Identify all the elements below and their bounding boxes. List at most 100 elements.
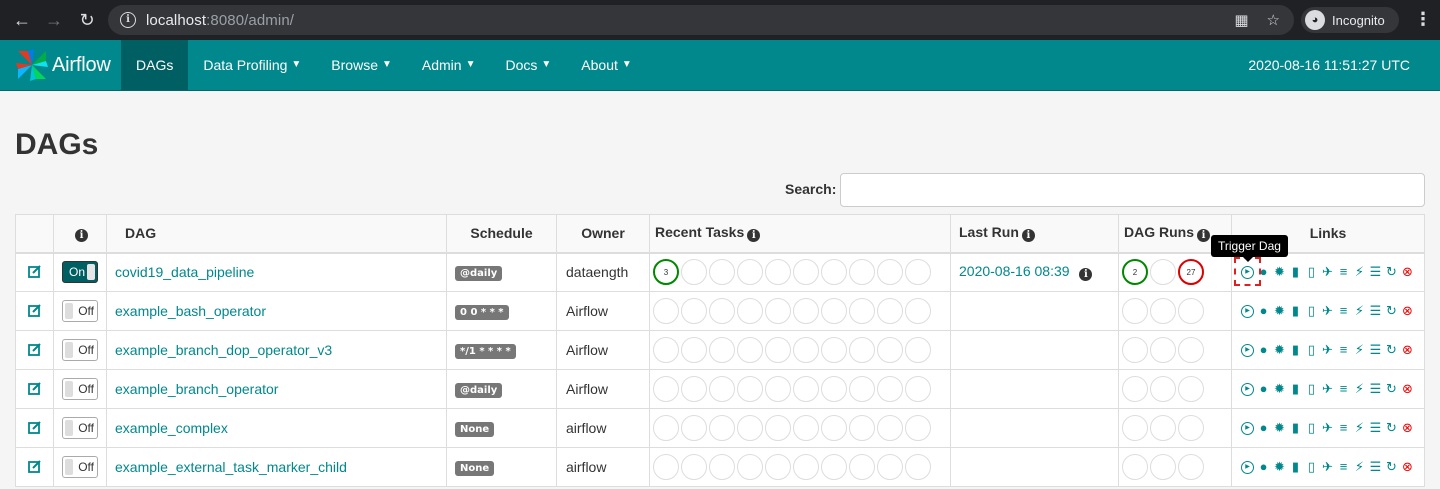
delete-dag-icon[interactable]: ⊗: [1401, 304, 1414, 318]
duration-chart-icon[interactable]: ▯: [1305, 265, 1318, 279]
trigger-dag-icon[interactable]: ▶: [1241, 460, 1254, 474]
state-circle[interactable]: [737, 298, 763, 324]
browser-menu-icon[interactable]: ⋮: [1414, 9, 1432, 30]
tries-chart-icon[interactable]: ▮: [1289, 421, 1302, 435]
info-icon[interactable]: i: [1197, 229, 1210, 243]
dag-id-link[interactable]: covid19_data_pipeline: [115, 264, 254, 280]
state-circle[interactable]: [653, 298, 679, 324]
state-circle[interactable]: [905, 415, 931, 441]
tree-view-icon[interactable]: ●: [1257, 421, 1270, 435]
state-circle[interactable]: [849, 415, 875, 441]
search-input[interactable]: [840, 173, 1425, 207]
state-circle[interactable]: [653, 415, 679, 441]
edit-icon[interactable]: [27, 420, 42, 434]
state-circle[interactable]: [793, 376, 819, 402]
state-circle[interactable]: [793, 454, 819, 480]
duration-chart-icon[interactable]: ▯: [1305, 421, 1318, 435]
state-circle[interactable]: [849, 376, 875, 402]
refresh-icon[interactable]: ↻: [1385, 265, 1398, 279]
state-circle[interactable]: [765, 337, 791, 363]
state-circle[interactable]: [905, 376, 931, 402]
state-circle[interactable]: [681, 298, 707, 324]
dag-pause-toggle[interactable]: On: [62, 261, 98, 284]
landing-times-icon[interactable]: ✈: [1321, 265, 1334, 279]
state-circle[interactable]: [709, 259, 735, 286]
gantt-icon[interactable]: ≡: [1337, 460, 1350, 474]
state-circle[interactable]: [1122, 298, 1148, 324]
graph-view-icon[interactable]: ✹: [1273, 343, 1286, 357]
edit-icon[interactable]: [27, 342, 42, 356]
info-icon[interactable]: i: [75, 229, 88, 243]
landing-times-icon[interactable]: ✈: [1321, 304, 1334, 318]
dag-id-link[interactable]: example_branch_operator: [115, 381, 278, 397]
site-info-icon[interactable]: i: [120, 12, 136, 28]
tree-view-icon[interactable]: ●: [1257, 304, 1270, 318]
state-circle[interactable]: [849, 259, 875, 286]
state-circle[interactable]: [1122, 415, 1148, 441]
info-icon[interactable]: i: [1079, 268, 1093, 282]
dag-pause-toggle[interactable]: Off: [62, 339, 98, 361]
logs-icon[interactable]: ☰: [1369, 265, 1382, 279]
delete-dag-icon[interactable]: ⊗: [1401, 421, 1414, 435]
tree-view-icon[interactable]: ●: [1257, 382, 1270, 396]
tries-chart-icon[interactable]: ▮: [1289, 265, 1302, 279]
state-circle[interactable]: [737, 259, 763, 286]
state-circle[interactable]: [681, 376, 707, 402]
address-bar[interactable]: i localhost:8080/admin/ ▦ ☆: [108, 5, 1294, 35]
last-run-link[interactable]: 2020-08-16 08:39: [959, 263, 1070, 279]
state-circle[interactable]: [737, 415, 763, 441]
state-circle[interactable]: [653, 337, 679, 363]
state-circle[interactable]: [821, 298, 847, 324]
state-circle[interactable]: [793, 337, 819, 363]
dag-pause-toggle[interactable]: Off: [62, 417, 98, 439]
forward-arrow-icon[interactable]: →: [43, 9, 65, 31]
state-circle[interactable]: [1122, 454, 1148, 480]
duration-chart-icon[interactable]: ▯: [1305, 304, 1318, 318]
tries-chart-icon[interactable]: ▮: [1289, 460, 1302, 474]
gantt-icon[interactable]: ≡: [1337, 265, 1350, 279]
state-circle[interactable]: [709, 415, 735, 441]
state-circle[interactable]: [793, 259, 819, 286]
tree-view-icon[interactable]: ●: [1257, 460, 1270, 474]
state-circle[interactable]: [1178, 454, 1204, 480]
dag-pause-toggle[interactable]: Off: [62, 300, 98, 322]
state-circle[interactable]: [765, 454, 791, 480]
state-circle[interactable]: [709, 337, 735, 363]
reload-icon[interactable]: ↻: [76, 9, 98, 31]
state-circle[interactable]: [877, 454, 903, 480]
code-view-icon[interactable]: ⚡: [1353, 304, 1366, 318]
logs-icon[interactable]: ☰: [1369, 382, 1382, 396]
state-circle[interactable]: 3: [653, 259, 679, 286]
state-circle[interactable]: [653, 454, 679, 480]
graph-view-icon[interactable]: ✹: [1273, 265, 1286, 279]
trigger-dag-icon[interactable]: ▶: [1241, 382, 1254, 396]
state-circle[interactable]: [821, 259, 847, 286]
state-circle[interactable]: [849, 337, 875, 363]
logs-icon[interactable]: ☰: [1369, 460, 1382, 474]
landing-times-icon[interactable]: ✈: [1321, 421, 1334, 435]
state-circle[interactable]: [905, 454, 931, 480]
back-arrow-icon[interactable]: ←: [11, 9, 33, 31]
gantt-icon[interactable]: ≡: [1337, 304, 1350, 318]
refresh-icon[interactable]: ↻: [1385, 460, 1398, 474]
url-text[interactable]: localhost:8080/admin/: [146, 12, 294, 29]
code-view-icon[interactable]: ⚡: [1353, 265, 1366, 279]
graph-view-icon[interactable]: ✹: [1273, 460, 1286, 474]
state-circle[interactable]: [1178, 337, 1204, 363]
state-circle[interactable]: [1122, 337, 1148, 363]
info-icon[interactable]: i: [747, 229, 761, 243]
code-view-icon[interactable]: ⚡: [1353, 421, 1366, 435]
graph-view-icon[interactable]: ✹: [1273, 304, 1286, 318]
header-owner[interactable]: Owner: [556, 214, 650, 254]
logs-icon[interactable]: ☰: [1369, 304, 1382, 318]
state-circle[interactable]: [793, 415, 819, 441]
logs-icon[interactable]: ☰: [1369, 421, 1382, 435]
state-circle[interactable]: [1178, 415, 1204, 441]
state-circle[interactable]: [737, 454, 763, 480]
delete-dag-icon[interactable]: ⊗: [1401, 382, 1414, 396]
delete-dag-icon[interactable]: ⊗: [1401, 460, 1414, 474]
trigger-dag-icon[interactable]: ▶: [1241, 421, 1254, 435]
state-circle[interactable]: [905, 298, 931, 324]
nav-data-profiling[interactable]: Data Profiling ▼: [188, 40, 316, 90]
state-circle[interactable]: [765, 415, 791, 441]
